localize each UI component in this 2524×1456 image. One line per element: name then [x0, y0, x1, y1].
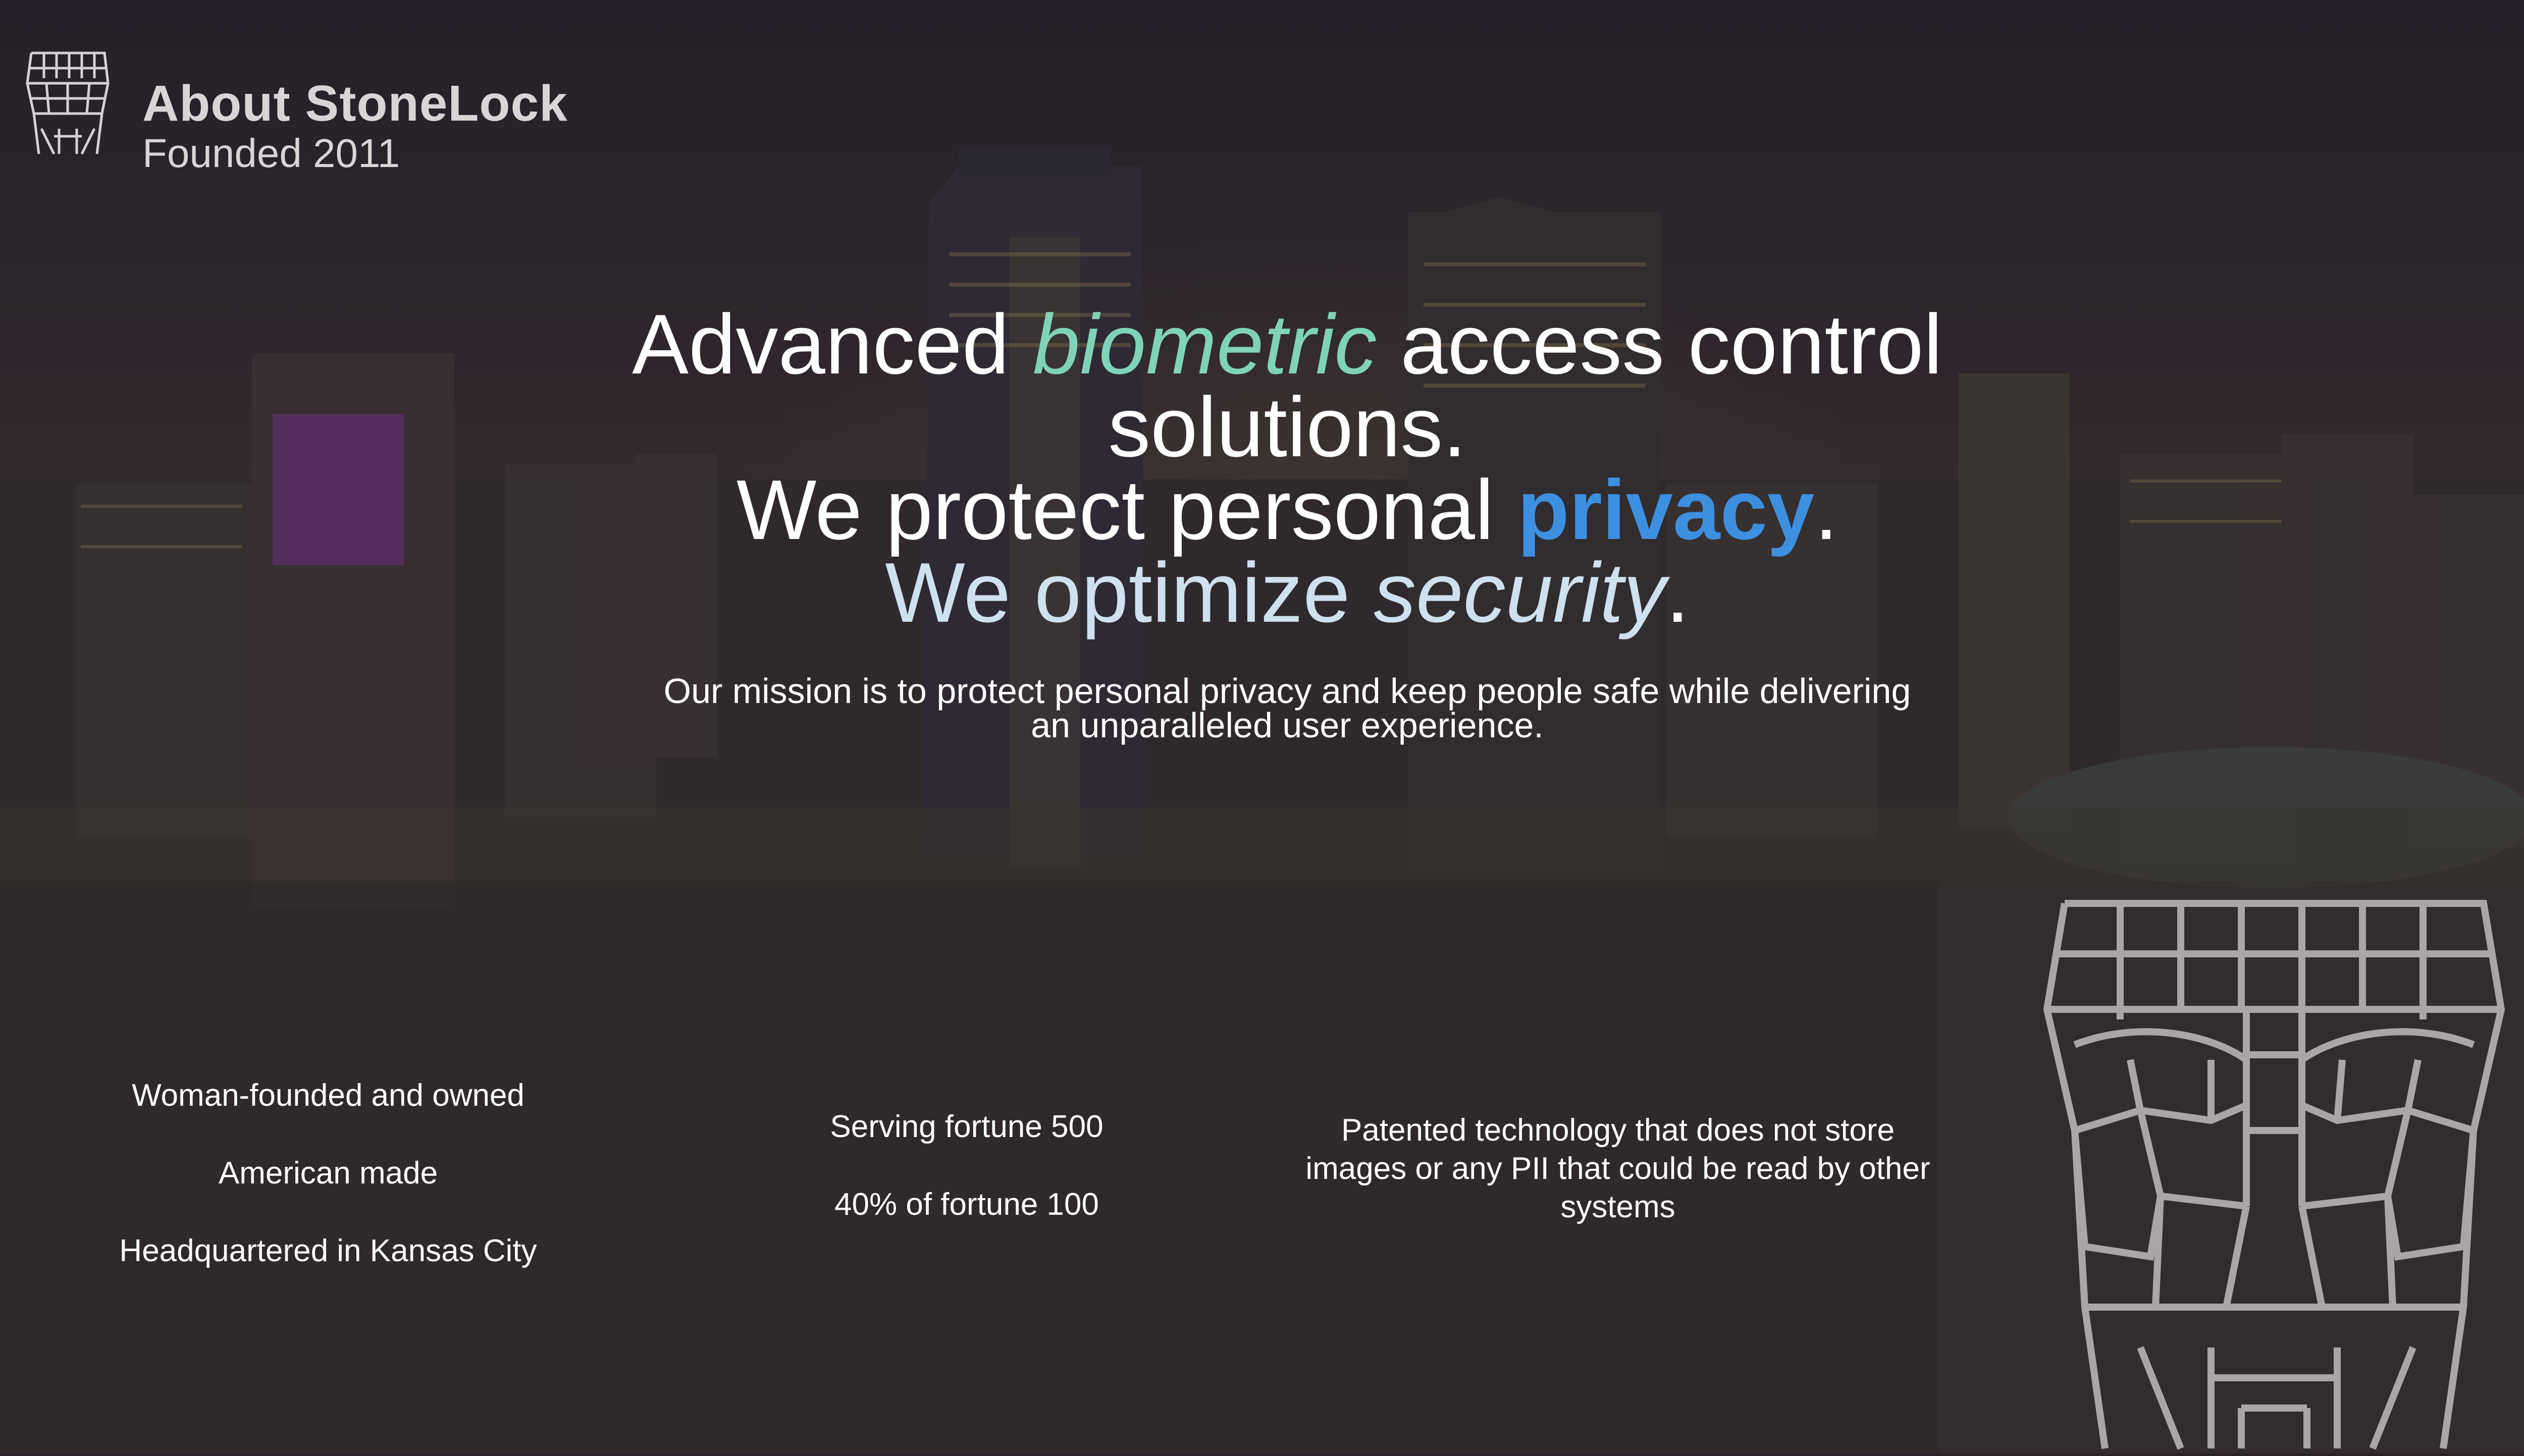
hero-line-1-before: Advanced	[632, 297, 1033, 392]
mission-statement: Our mission is to protect personal priva…	[663, 671, 1911, 745]
hero-line-3: We protect personal privacy.	[555, 467, 2019, 552]
hero-line-4-before: We optimize	[885, 545, 1374, 640]
hero-accent-biometric: biometric	[1032, 297, 1377, 392]
face-grid-logo-icon	[21, 48, 115, 159]
company-facts-list: Woman-founded and owned American made He…	[0, 1080, 656, 1313]
hero-line-3-after: .	[1814, 462, 1838, 557]
founded-subtitle: Founded 2011	[142, 131, 400, 176]
hero-line-1: Advanced biometric access control	[555, 302, 2019, 387]
hero-accent-security: security	[1374, 545, 1666, 640]
hero-line-2: solutions.	[1108, 380, 1466, 474]
list-item: Woman-founded and owned	[132, 1078, 524, 1113]
face-grid-icon	[2009, 893, 2524, 1453]
hero-line-4-after: .	[1666, 545, 1690, 640]
hero-line-1-after: access control	[1377, 297, 1942, 392]
technology-statement: Patented technology that does not store …	[1292, 1111, 1943, 1226]
customers-list: Serving fortune 500 40% of fortune 100	[641, 1111, 1292, 1267]
hero-headline: Advanced biometric access control soluti…	[555, 302, 2019, 635]
list-item: American made	[218, 1156, 438, 1191]
list-item: 40% of fortune 100	[834, 1187, 1099, 1222]
hero-accent-privacy: privacy	[1517, 462, 1815, 557]
list-item: Headquartered in Kansas City	[119, 1233, 537, 1268]
technology-text: Patented technology that does not store …	[1305, 1113, 1930, 1224]
hero-line-4: We optimize security.	[555, 550, 2019, 635]
page-title: About StoneLock	[142, 75, 568, 132]
list-item: Serving fortune 500	[830, 1109, 1103, 1144]
hero-line-3-before: We protect personal	[736, 462, 1517, 557]
